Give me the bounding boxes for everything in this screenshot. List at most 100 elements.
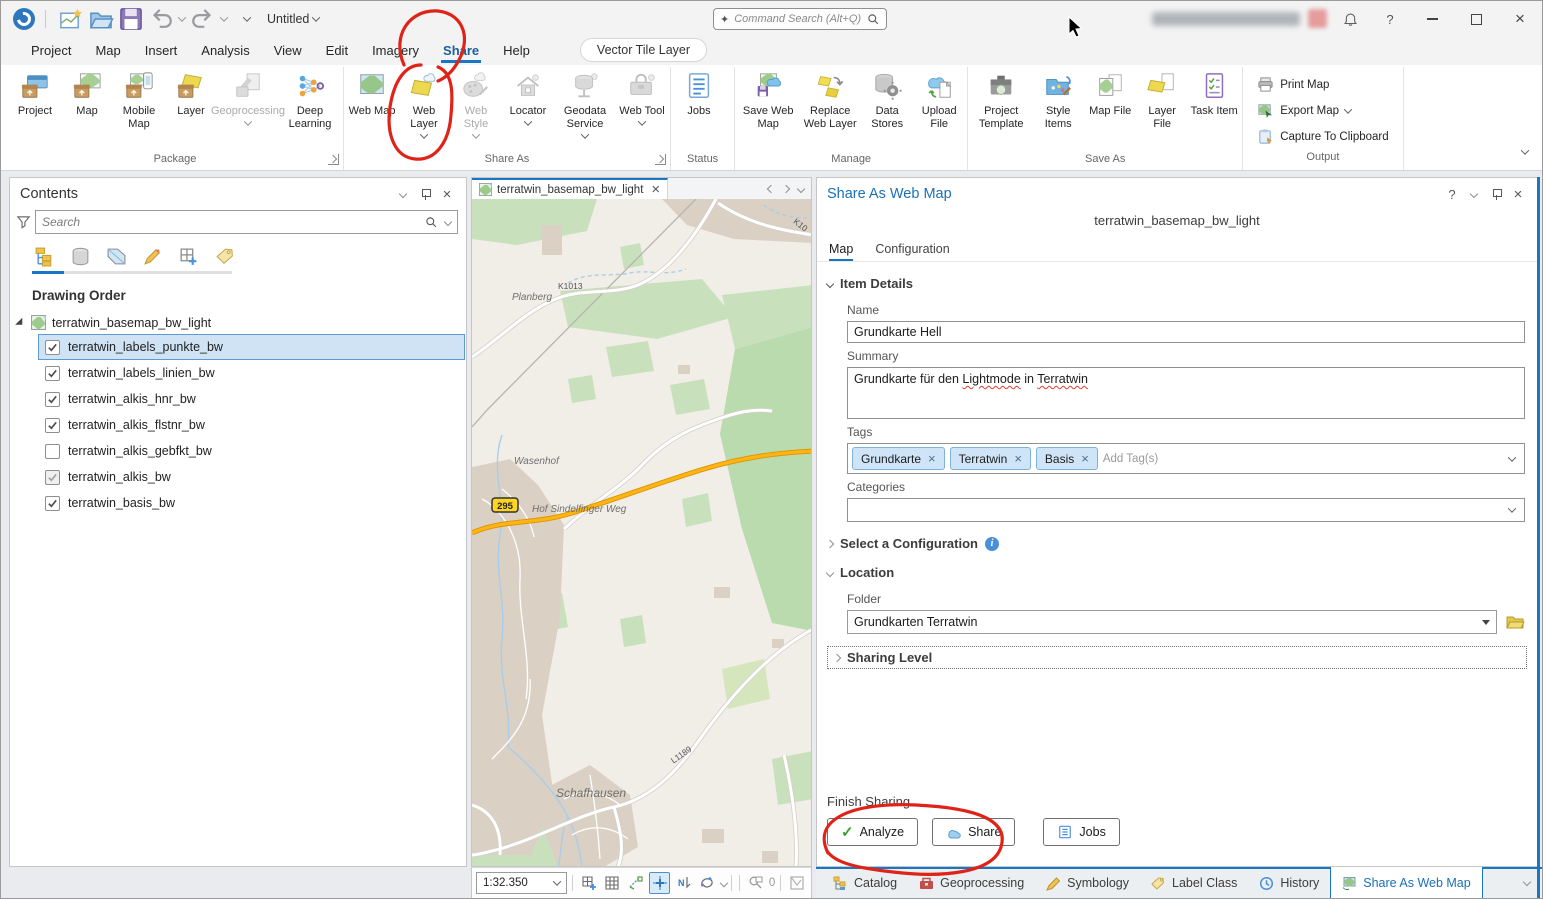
dialog-launcher-icon[interactable]: [328, 154, 339, 165]
layer-row-terratwin_alkis_flstnr_bw[interactable]: terratwin_alkis_flstnr_bw: [38, 412, 465, 438]
project-name-caret-icon[interactable]: [312, 13, 320, 21]
upload-file-button[interactable]: Upload File: [913, 67, 965, 153]
tag-chip-basis[interactable]: Basis: [1036, 447, 1098, 470]
layer-visibility-checkbox[interactable]: [45, 444, 60, 459]
sharing-level-section-header[interactable]: Sharing Level: [827, 646, 1527, 669]
project-template-button[interactable]: Project Template: [970, 67, 1032, 153]
pin-icon[interactable]: [1485, 184, 1507, 204]
tab-edit[interactable]: Edit: [314, 39, 360, 65]
list-by-data-source-button[interactable]: [68, 244, 92, 268]
layer-row-terratwin_alkis_hnr_bw[interactable]: terratwin_alkis_hnr_bw: [38, 386, 465, 412]
help-button[interactable]: ?: [1370, 1, 1410, 37]
task-item-button[interactable]: Task Item: [1188, 67, 1240, 153]
name-field[interactable]: [847, 321, 1525, 343]
map-root-node[interactable]: terratwin_basemap_bw_light: [10, 311, 466, 334]
browse-folder-icon[interactable]: [1505, 613, 1525, 631]
close-panel-icon[interactable]: [1507, 184, 1529, 204]
lasso-select-button[interactable]: [697, 872, 718, 894]
layer-visibility-checkbox[interactable]: [45, 340, 60, 355]
undo-dropdown-caret-icon[interactable]: [178, 13, 186, 21]
snap-to-center-button[interactable]: [649, 872, 670, 894]
select-options-chevron-icon[interactable]: [719, 879, 727, 887]
redo-button[interactable]: [190, 7, 216, 31]
bottom-tab-geoprocessing[interactable]: Geoprocessing: [908, 867, 1035, 899]
remove-tag-icon[interactable]: [928, 451, 936, 466]
notifications-button[interactable]: [1330, 1, 1370, 37]
prev-view-icon[interactable]: [767, 184, 775, 192]
next-view-icon[interactable]: [782, 184, 790, 192]
filter-funnel-icon[interactable]: [16, 215, 31, 230]
measure-button[interactable]: [626, 872, 647, 894]
tab-vector-tile-layer[interactable]: Vector Tile Layer: [580, 38, 707, 62]
save-web-map-button[interactable]: Save Web Map: [737, 67, 799, 153]
list-by-snapping-button[interactable]: [176, 244, 200, 268]
share-as-web-style-button[interactable]: Web Style: [450, 67, 502, 153]
package-map-button[interactable]: Map: [61, 67, 113, 153]
share-as-web-layer-button[interactable]: Web Layer: [398, 67, 450, 153]
tags-field[interactable]: GrundkarteTerratwinBasisAdd Tag(s): [847, 443, 1525, 474]
layer-row-terratwin_labels_punkte_bw[interactable]: terratwin_labels_punkte_bw: [38, 334, 465, 360]
layer-visibility-checkbox[interactable]: [45, 496, 60, 511]
pin-icon[interactable]: [414, 184, 436, 204]
capture-to-clipboard-button[interactable]: Capture To Clipboard: [1251, 125, 1394, 148]
search-options-chevron-icon[interactable]: [444, 218, 452, 226]
grid-button[interactable]: [602, 872, 623, 894]
north-arrow-button[interactable]: N: [673, 872, 694, 894]
tab-analysis[interactable]: Analysis: [189, 39, 261, 65]
layer-visibility-checkbox[interactable]: [45, 418, 60, 433]
close-panel-icon[interactable]: [436, 184, 458, 204]
list-by-selection-button[interactable]: [104, 244, 128, 268]
dialog-launcher-icon[interactable]: [655, 154, 666, 165]
layer-row-terratwin_alkis_bw[interactable]: terratwin_alkis_bw: [38, 464, 465, 490]
tag-chip-grundkarte[interactable]: Grundkarte: [852, 447, 945, 470]
share-button[interactable]: Share: [932, 818, 1015, 846]
tab-map[interactable]: Map: [83, 39, 132, 65]
package-mobile-map-button[interactable]: Mobile Map: [113, 67, 165, 153]
tag-chip-terratwin[interactable]: Terratwin: [950, 447, 1031, 470]
command-search[interactable]: ✦: [713, 8, 887, 30]
map-file-button[interactable]: Map File: [1084, 67, 1136, 153]
categories-select[interactable]: [847, 498, 1525, 522]
contents-search-box[interactable]: [35, 210, 458, 234]
panel-menu-chevron-icon[interactable]: [1463, 184, 1485, 204]
share-as-geodata-service-button[interactable]: Geodata Service: [554, 67, 616, 153]
bottom-tab-history[interactable]: History: [1248, 867, 1330, 899]
map-scale-combobox[interactable]: 1:32.350: [476, 872, 567, 894]
add-grid-button[interactable]: [578, 872, 599, 894]
save-project-button[interactable]: [118, 7, 144, 31]
contents-search-input[interactable]: [42, 215, 425, 229]
select-configuration-section-header[interactable]: Select a Configuration i: [825, 522, 1529, 557]
summary-field[interactable]: Grundkarte für den Lightmode in Terratwi…: [847, 367, 1525, 419]
tab-view[interactable]: View: [262, 39, 314, 65]
remove-tag-icon[interactable]: [1014, 451, 1022, 466]
bottom-tab-share-as-web-map[interactable]: Share As Web Map: [1330, 867, 1482, 899]
bottom-tab-catalog[interactable]: Catalog: [822, 867, 908, 899]
map-canvas[interactable]: 295 K1013 Planberg Wasenhof Hof Sindelfi…: [471, 199, 812, 867]
location-section-header[interactable]: Location: [825, 557, 1529, 586]
tab-help[interactable]: Help: [491, 39, 542, 65]
list-by-editing-button[interactable]: [140, 244, 164, 268]
maximize-button[interactable]: [1454, 1, 1498, 37]
layer-visibility-checkbox[interactable]: [45, 392, 60, 407]
tab-share[interactable]: Share: [431, 39, 491, 65]
expander-icon[interactable]: [15, 317, 26, 328]
package-layer-button[interactable]: Layer: [165, 67, 217, 153]
view-list-icon[interactable]: [797, 184, 805, 192]
tab-project[interactable]: Project: [19, 39, 83, 65]
panel-menu-chevron-icon[interactable]: [392, 184, 414, 204]
close-button[interactable]: [1498, 1, 1542, 37]
folder-combobox[interactable]: Grundkarten Terratwin: [847, 610, 1497, 634]
map-document-tab[interactable]: terratwin_basemap_bw_light: [472, 178, 668, 200]
redo-dropdown-caret-icon[interactable]: [220, 13, 228, 21]
jobs-button[interactable]: Jobs: [1043, 818, 1119, 846]
tab-insert[interactable]: Insert: [133, 39, 190, 65]
zoom-selection-button[interactable]: [745, 872, 766, 894]
replace-web-layer-button[interactable]: Replace Web Layer: [799, 67, 861, 153]
analyze-button[interactable]: ✓ Analyze: [827, 818, 918, 846]
remove-tag-icon[interactable]: [1081, 451, 1089, 466]
info-icon[interactable]: i: [985, 537, 999, 551]
share-as-web-map-button[interactable]: Web Map: [346, 67, 398, 153]
tab-share-configuration[interactable]: Configuration: [875, 242, 949, 261]
style-items-button[interactable]: Style Items: [1032, 67, 1084, 153]
layer-file-button[interactable]: Layer File: [1136, 67, 1188, 153]
